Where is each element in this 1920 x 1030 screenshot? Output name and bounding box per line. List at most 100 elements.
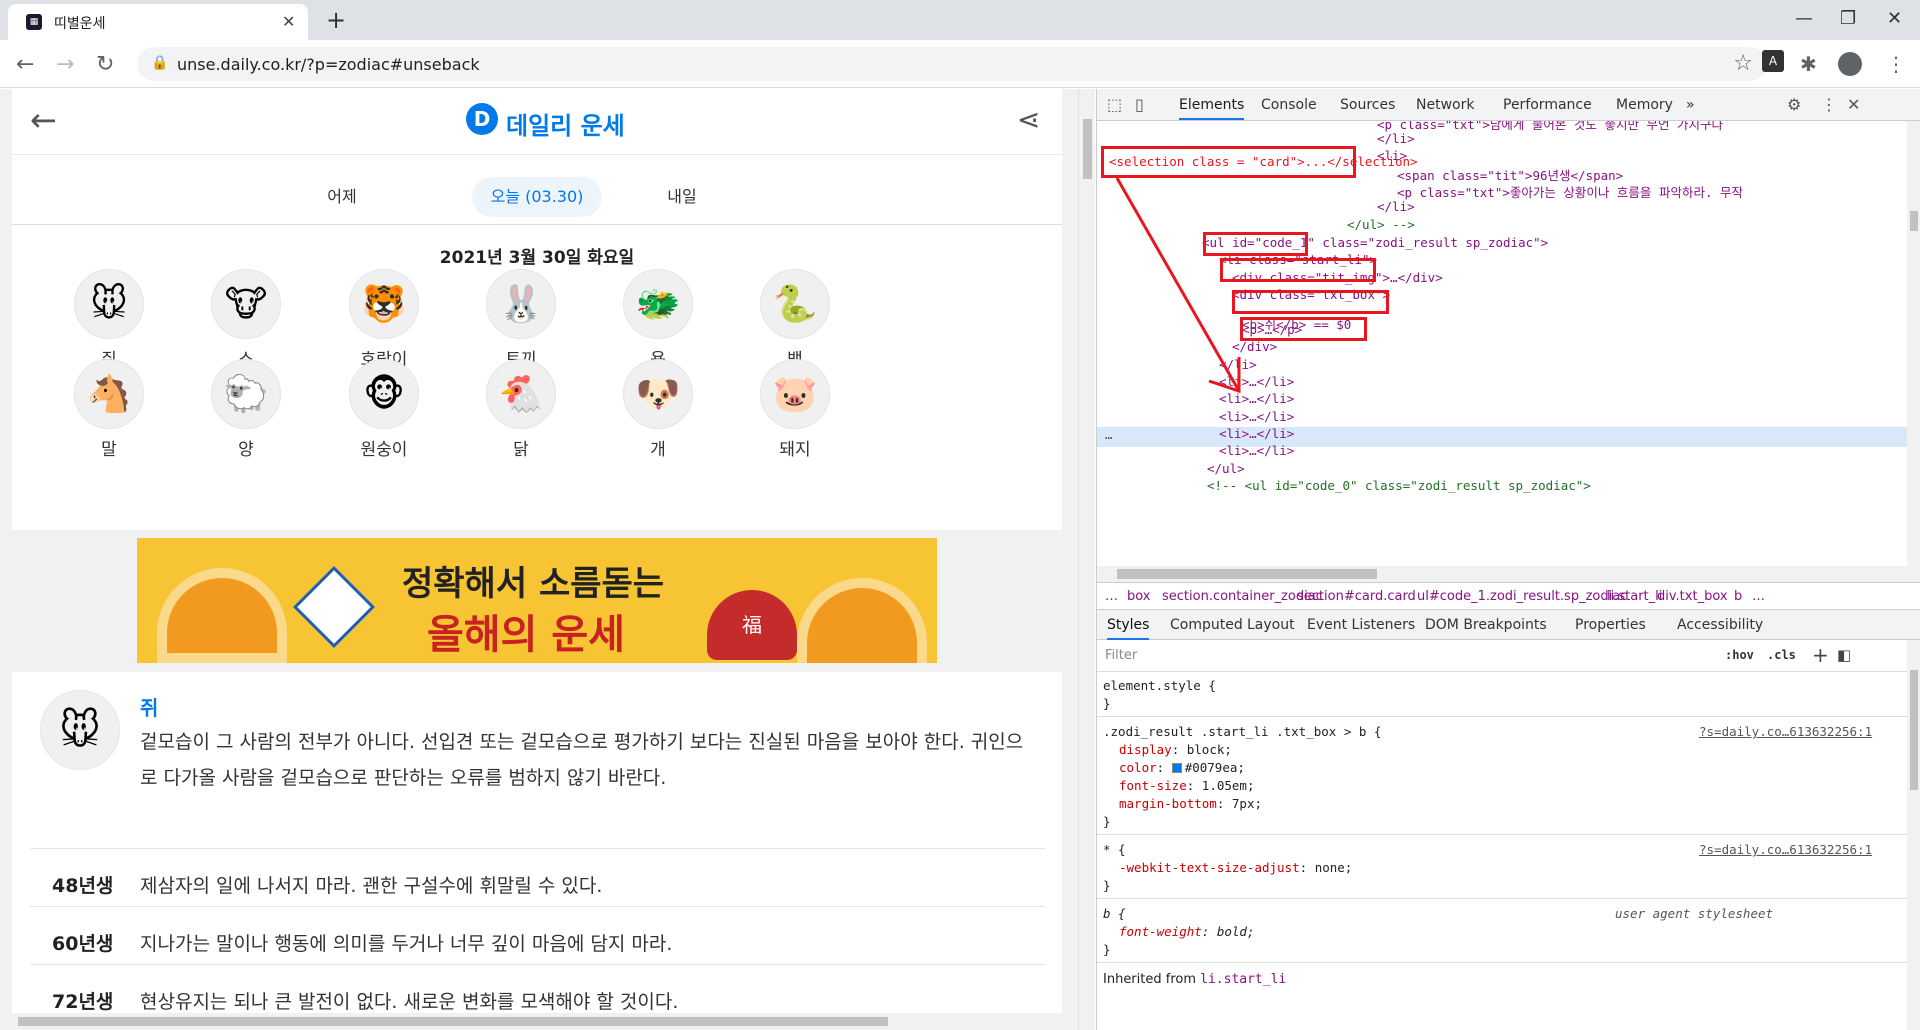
zodiac-animal-icon: 🐍 [760, 269, 830, 339]
cls-toggle[interactable]: .cls [1767, 648, 1796, 662]
subtab-event-listeners[interactable]: Event Listeners [1307, 617, 1415, 633]
zodiac-item[interactable]: 🐷 돼지 [750, 359, 840, 460]
breadcrumb-item[interactable]: section#card.card [1297, 589, 1416, 604]
hov-toggle[interactable]: :hov [1725, 648, 1754, 662]
style-source-link[interactable]: ?s=daily.co…613632256:1 [1699, 724, 1872, 739]
url-text[interactable]: unse.daily.co.kr/?p=zodiac#unseback [177, 55, 480, 74]
forward-icon[interactable]: → [56, 52, 74, 77]
zodiac-item[interactable]: 🐭쥐 [64, 269, 154, 370]
breadcrumb-item[interactable]: … [1752, 589, 1765, 604]
share-icon[interactable]: ⋖ [1017, 103, 1040, 136]
style-rule-selector: * { [1103, 842, 1126, 857]
css-property[interactable]: font-weight [1119, 924, 1202, 939]
subtab-styles[interactable]: Styles [1107, 617, 1150, 640]
address-bar[interactable]: 🔒 unse.daily.co.kr/?p=zodiac#unseback ☆ [137, 47, 1767, 81]
tab-elements[interactable]: Elements [1179, 97, 1245, 120]
zodiac-item[interactable]: 🐑 양 [201, 359, 291, 460]
settings-gear-icon[interactable]: ⚙ [1787, 95, 1801, 114]
style-source-link: user agent stylesheet [1615, 906, 1774, 921]
more-tabs-icon[interactable]: » [1686, 97, 1695, 113]
breadcrumb-item[interactable]: box [1127, 589, 1151, 604]
inherited-selector[interactable]: li.start_li [1200, 972, 1286, 987]
css-value[interactable]: block; [1187, 742, 1232, 757]
css-value[interactable]: 1.05em; [1202, 778, 1255, 793]
tab-memory[interactable]: Memory [1616, 97, 1673, 113]
day-tomorrow-button[interactable]: 내일 [642, 177, 722, 217]
site-brand[interactable]: 데일리 운세 [506, 106, 625, 141]
css-value[interactable]: #0079ea; [1185, 760, 1245, 775]
dom-vertical-scrollbar[interactable] [1907, 121, 1920, 566]
zodiac-item[interactable]: 🐮소 [201, 269, 291, 370]
zodiac-item[interactable]: 🐴 말 [64, 359, 154, 460]
maximize-icon[interactable]: ❐ [1840, 8, 1856, 29]
day-today-button[interactable]: 오늘 (03.30) [472, 177, 602, 217]
browser-tab[interactable]: ▦ 띠별운세 ✕ [8, 4, 308, 40]
css-value[interactable]: none; [1315, 860, 1353, 875]
date-heading: 2021년 3월 30일 화요일 [439, 248, 635, 268]
css-value[interactable]: bold; [1217, 924, 1255, 939]
styles-scrollbar[interactable] [1907, 640, 1920, 1030]
close-devtools-icon[interactable]: ✕ [1847, 95, 1860, 114]
close-window-icon[interactable]: ✕ [1887, 8, 1902, 29]
style-source-link[interactable]: ?s=daily.co…613632256:1 [1699, 842, 1872, 857]
extension-a-icon[interactable]: A [1762, 50, 1784, 72]
subtab-properties[interactable]: Properties [1575, 617, 1646, 633]
tab-network[interactable]: Network [1416, 97, 1474, 113]
reload-icon[interactable]: ↻ [96, 52, 114, 77]
close-tab-icon[interactable]: ✕ [282, 12, 295, 31]
result-text: 겉모습이 그 사람의 전부가 아니다. 선입견 또는 겉모습으로 평가하기 보다… [140, 731, 1024, 789]
subtab-computed[interactable]: Computed [1170, 617, 1243, 633]
tab-console[interactable]: Console [1261, 97, 1317, 113]
device-toolbar-icon[interactable]: ▯ [1135, 95, 1144, 114]
promo-banner[interactable]: 정확해서 소름돋는 올해의 운세 福 [137, 538, 937, 663]
year-label: 72년생 [52, 991, 114, 1013]
rule-divider [1097, 962, 1907, 963]
browser-menu-icon[interactable]: ⋮ [1886, 52, 1906, 76]
css-value[interactable]: 7px; [1232, 796, 1262, 811]
subtab-dom-breakpoints[interactable]: DOM Breakpoints [1425, 617, 1547, 633]
breadcrumb-item[interactable]: li.start_li [1607, 589, 1662, 604]
breadcrumb-item[interactable]: ul#code_1.zodi_result.sp_zodiac [1417, 589, 1627, 604]
extensions-puzzle-icon[interactable]: ✱ [1800, 52, 1817, 76]
css-property[interactable]: color [1119, 760, 1157, 775]
new-rule-icon[interactable]: + [1812, 643, 1829, 667]
back-arrow-icon[interactable]: ← [30, 101, 57, 139]
css-property[interactable]: display [1119, 742, 1172, 757]
zodiac-item[interactable]: 🐔 닭 [476, 359, 566, 460]
day-yesterday-button[interactable]: 어제 [302, 177, 382, 217]
bookmark-star-icon[interactable]: ☆ [1733, 51, 1753, 76]
subtab-layout[interactable]: Layout [1247, 617, 1295, 633]
styles-filter-input[interactable]: Filter [1105, 648, 1137, 663]
css-property[interactable]: margin-bottom [1119, 796, 1217, 811]
zodiac-item[interactable]: 🐰토끼 [476, 269, 566, 370]
minimize-icon[interactable]: — [1795, 8, 1813, 29]
rule-divider [1097, 898, 1907, 899]
computed-sidebar-icon[interactable]: ◧ [1837, 646, 1851, 664]
logo-icon[interactable]: D [466, 103, 498, 135]
zodiac-item[interactable]: 🐯호랑이 [339, 269, 429, 370]
profile-avatar-icon[interactable] [1838, 52, 1862, 76]
tab-performance[interactable]: Performance [1503, 97, 1592, 113]
result-title: 쥐 [140, 696, 159, 720]
page-vertical-scrollbar[interactable] [1078, 89, 1095, 1030]
back-icon[interactable]: ← [16, 52, 34, 77]
site-header: ← D 데일리 운세 ⋖ [12, 89, 1062, 155]
css-property[interactable]: -webkit-text-size-adjust [1119, 860, 1300, 875]
new-tab-button[interactable]: + [326, 6, 346, 34]
page-horizontal-scrollbar[interactable] [0, 1013, 1078, 1030]
subtab-accessibility[interactable]: Accessibility [1677, 617, 1763, 633]
zodiac-item[interactable]: 🐲용 [613, 269, 703, 370]
dom-horizontal-scrollbar[interactable] [1097, 566, 1920, 582]
inspect-element-icon[interactable]: ⬚ [1107, 95, 1122, 114]
css-property[interactable]: font-size [1119, 778, 1187, 793]
zodiac-item[interactable]: 🐵 원숭이 [339, 359, 429, 460]
zodiac-item[interactable]: 🐍뱀 [750, 269, 840, 370]
breadcrumb-item[interactable]: … [1105, 589, 1118, 604]
year-label: 60년생 [52, 933, 114, 955]
zodiac-item[interactable]: 🐶 개 [613, 359, 703, 460]
devtools-menu-icon[interactable]: ⋮ [1821, 95, 1837, 114]
color-swatch-icon[interactable] [1171, 763, 1182, 773]
tab-sources[interactable]: Sources [1340, 97, 1395, 113]
breadcrumb-item[interactable]: div.txt_box [1657, 589, 1728, 604]
breadcrumb-item[interactable]: b [1734, 589, 1742, 604]
